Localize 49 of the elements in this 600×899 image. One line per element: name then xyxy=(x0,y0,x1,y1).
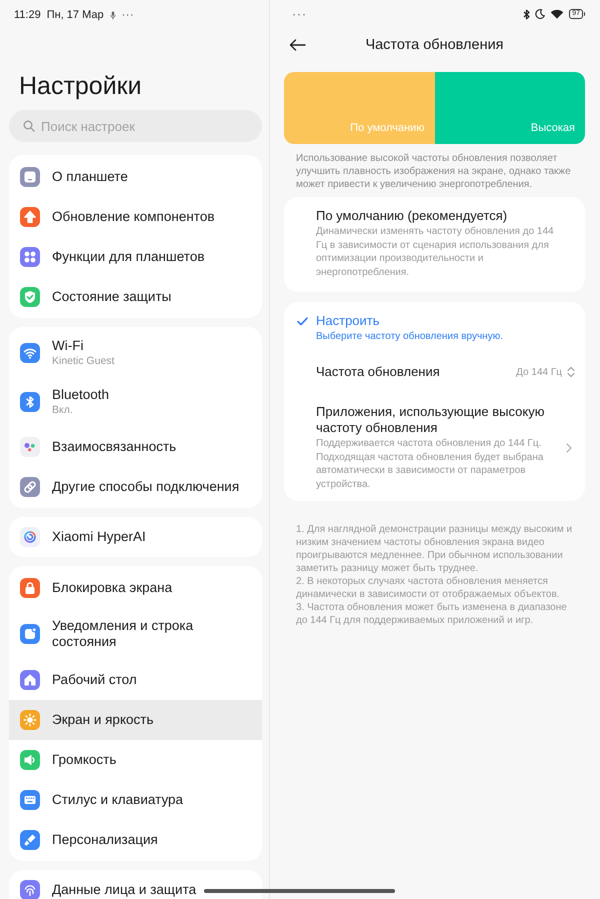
radio-option[interactable]: Настроить Выберите частоту обновления вручную. xyxy=(284,312,575,343)
notification-overflow: ··· xyxy=(122,9,134,21)
settings-item[interactable]: Громкость xyxy=(9,740,262,780)
settings-item[interactable]: Wi-Fi Kinetic Guest xyxy=(9,328,262,378)
settings-item[interactable]: Другие способы подключения xyxy=(9,466,262,506)
settings-item[interactable]: Обновление компонентов xyxy=(9,196,262,236)
settings-item[interactable]: Рабочий стол xyxy=(9,660,262,700)
settings-item[interactable]: Bluetooth Вкл. xyxy=(9,378,262,426)
back-arrow-icon[interactable] xyxy=(289,39,306,51)
option-description: Выберите частоту обновления вручную. xyxy=(316,330,503,343)
setting-row[interactable]: Частота обновления До 144 Гц xyxy=(284,343,575,401)
option-description: Динамически изменять частоту обновления до 144 Гц в зависимости от сценария использования для оптимизации производительности и энергопотребления. xyxy=(316,225,555,279)
setting-description: Поддерживается частота обновления до 144 Гц. Подходящая частота обновления будет выбрана автоматически в зависимости от параметров устройства. xyxy=(316,437,544,491)
setting-link[interactable]: Приложения, использующие высокую частоту обновления Поддерживается частота обновления до 144 Гц. Подходящая частота обновления будет выбрана автоматически в зависимости от параметров устройства. xyxy=(284,401,575,491)
description-text: Использование высокой частоты обновления позволяет улучшить плавность изображения на экране, однако также может привести к увеличению энергопотребления. xyxy=(295,152,572,191)
preview-segment: Высокая xyxy=(434,72,585,144)
microphone-icon xyxy=(110,10,116,20)
radio-option[interactable]: По умолчанию (рекомендуется) Динамически изменять частоту обновления до 144 Гц в зависимости от сценария использования для оптимизации производительности и энергопотребления. xyxy=(284,207,575,279)
preview-segment: По умолчанию xyxy=(284,72,434,144)
chevron-right-icon xyxy=(566,442,572,452)
settings-item[interactable]: Состояние защиты xyxy=(9,276,262,316)
bluetooth-icon xyxy=(523,8,530,20)
settings-item[interactable]: Стилус и клавиатура xyxy=(9,780,262,820)
settings-item[interactable]: Данные лица и защита xyxy=(9,870,262,899)
settings-item[interactable]: Блокировка экрана xyxy=(9,568,262,608)
status-time: 11:29 xyxy=(14,9,41,21)
footnote-text: 1. Для наглядной демонстрации разницы между высоким и низким значением частоты обновления экрана видео проигрываются медленнее. При обычном использовании заметить разницу может быть труднее. xyxy=(296,523,574,575)
footnote-text: 2. В некоторых случаях частота обновления меняется динамически в зависимости от отображаемых объектов. xyxy=(296,575,561,601)
setting-value: До 144 Гц xyxy=(516,366,562,378)
search-icon xyxy=(23,120,35,132)
settings-item[interactable]: Персонализация xyxy=(9,820,262,860)
moon-icon xyxy=(535,9,546,19)
screen-title: Частота обновления xyxy=(365,37,504,53)
window-handle[interactable]: ··· xyxy=(284,7,307,21)
settings-item[interactable]: Xiaomi HyperAI xyxy=(9,517,262,557)
settings-item[interactable]: Уведомления и строка состояния xyxy=(9,608,262,660)
settings-item[interactable]: О планшете xyxy=(9,156,262,196)
page-title: Настройки xyxy=(18,71,143,102)
item-subtitle: Kinetic Guest xyxy=(52,355,114,368)
settings-item[interactable]: Взаимосвязанность xyxy=(9,426,262,466)
settings-item[interactable]: Экран и яркость xyxy=(9,700,262,740)
item-subtitle: Вкл. xyxy=(52,404,74,417)
footnote-text: 3. Частота обновления может быть изменена в диапазоне до 144 Гц для поддерживаемых приложений и игр. xyxy=(296,601,568,627)
check-icon xyxy=(297,317,308,326)
settings-item[interactable]: Функции для планшетов xyxy=(9,236,262,276)
wifi-icon xyxy=(550,9,564,19)
up-down-chevron-icon xyxy=(567,366,575,378)
status-date: Пн, 17 Мар xyxy=(46,9,104,21)
search-field[interactable]: Поиск настроек xyxy=(9,110,262,142)
